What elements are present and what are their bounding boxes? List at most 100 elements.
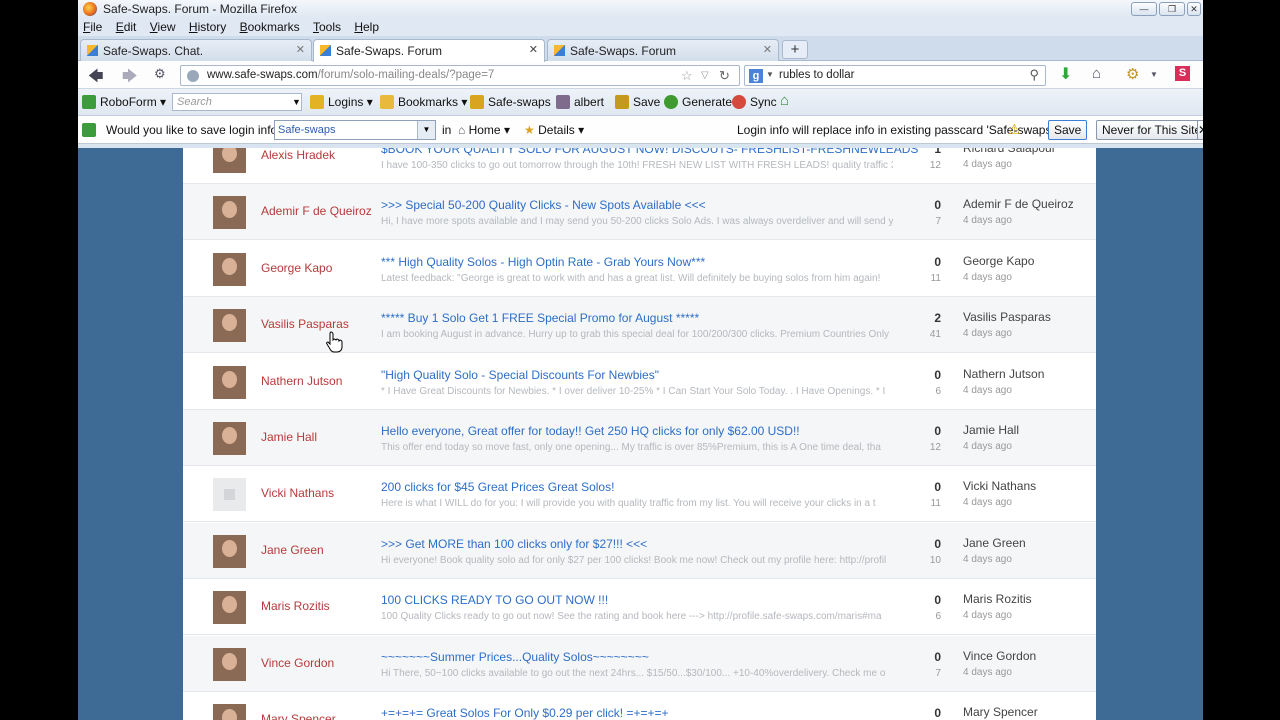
bookmarks-button[interactable]: Bookmarks ▾ bbox=[380, 95, 467, 109]
close-tab-icon[interactable]: ✕ bbox=[763, 43, 772, 56]
passcard-name-select[interactable]: Safe-swaps ▼ bbox=[274, 120, 436, 140]
thread-title-link[interactable]: ~~~~~~~Summer Prices...Quality Solos~~~~… bbox=[381, 650, 649, 664]
avatar[interactable] bbox=[213, 148, 246, 173]
menu-history[interactable]: History bbox=[189, 18, 226, 36]
bookmark-star-icon[interactable]: ☆ bbox=[681, 68, 693, 84]
last-poster-link[interactable]: Nathern Jutson bbox=[963, 367, 1073, 381]
roboform-home-icon[interactable]: ⌂ bbox=[780, 92, 789, 109]
thread-title-link[interactable]: $BOOK YOUR QUALITY SOLO FOR AUGUST NOW! … bbox=[381, 148, 918, 156]
last-poster-link[interactable]: George Kapo bbox=[963, 254, 1073, 268]
menu-file[interactable]: File bbox=[83, 18, 102, 36]
avatar[interactable] bbox=[213, 534, 246, 568]
last-poster-link[interactable]: Maris Rozitis bbox=[963, 592, 1073, 606]
tab-forum[interactable]: Safe-Swaps. Forum ✕ bbox=[547, 39, 779, 61]
last-poster-link[interactable]: Jane Green bbox=[963, 536, 1073, 550]
logins-button[interactable]: Logins ▾ bbox=[310, 95, 373, 109]
avatar[interactable] bbox=[213, 647, 246, 681]
thread-row[interactable]: Vince Gordon ~~~~~~~Summer Prices...Quali… bbox=[183, 635, 1096, 692]
home-icon[interactable]: ⌂ bbox=[1092, 65, 1101, 82]
thread-row[interactable]: Jane Green >>> Get MORE than 100 clicks o… bbox=[183, 522, 1096, 579]
identity-albert-button[interactable]: albert bbox=[556, 95, 604, 109]
menu-edit[interactable]: Edit bbox=[116, 18, 137, 36]
download-icon[interactable]: ⬇ bbox=[1059, 64, 1072, 84]
tab-forum-active[interactable]: Safe-Swaps. Forum ✕ bbox=[313, 39, 545, 62]
sync-button[interactable]: Sync bbox=[732, 95, 777, 109]
thread-row[interactable]: Vasilis Pasparas ***** Buy 1 Solo Get 1 F… bbox=[183, 297, 1096, 354]
avatar[interactable] bbox=[213, 365, 246, 399]
roboform-menu-button[interactable]: RoboForm ▾ bbox=[82, 95, 166, 109]
thread-author-link[interactable]: Ademir F de Queiroz bbox=[261, 204, 372, 218]
thread-author-link[interactable]: Jamie Hall bbox=[261, 430, 317, 444]
reload-icon[interactable]: ↻ bbox=[719, 68, 730, 84]
thread-title-link[interactable]: >>> Special 50-200 Quality Clicks - New … bbox=[381, 198, 706, 212]
generate-button[interactable]: Generate bbox=[664, 95, 732, 109]
thread-title-link[interactable]: 100 CLICKS READY TO GO OUT NOW !!! bbox=[381, 593, 608, 607]
menu-bookmarks[interactable]: Bookmarks bbox=[240, 18, 300, 36]
thread-row[interactable]: George Kapo *** High Quality Solos - High… bbox=[183, 241, 1096, 297]
roboform-identity-icon[interactable]: ⚙ bbox=[154, 66, 166, 82]
thread-row[interactable]: Ademir F de Queiroz >>> Special 50-200 Qu… bbox=[183, 184, 1096, 241]
google-icon[interactable]: g bbox=[749, 69, 763, 83]
thread-title-link[interactable]: Hello everyone, Great offer for today!! … bbox=[381, 424, 800, 438]
thread-author-link[interactable]: Maris Rozitis bbox=[261, 599, 330, 613]
avatar[interactable] bbox=[213, 309, 246, 343]
roboform-search-input[interactable]: Search bbox=[172, 93, 302, 111]
close-tab-icon[interactable]: ✕ bbox=[529, 43, 538, 56]
thread-row[interactable]: Alexis Hradek $BOOK YOUR QUALITY SOLO FOR… bbox=[183, 148, 1096, 184]
thread-author-link[interactable]: Alexis Hradek bbox=[261, 148, 335, 162]
thread-row[interactable]: Vicki Nathans 200 clicks for $45 Great Pr… bbox=[183, 466, 1096, 523]
thread-title-link[interactable]: >>> Get MORE than 100 clicks only for $2… bbox=[381, 537, 647, 551]
menu-tools[interactable]: Tools bbox=[313, 18, 341, 36]
thread-row[interactable]: Jamie Hall Hello everyone, Great offer fo… bbox=[183, 410, 1096, 466]
chevron-down-icon[interactable]: ▼ bbox=[1150, 70, 1158, 79]
never-for-this-site-button[interactable]: Never for This Site bbox=[1096, 120, 1203, 140]
roboform-save-button[interactable]: Save bbox=[615, 95, 660, 109]
thread-title-link[interactable]: +=+=+= Great Solos For Only $0.29 per cl… bbox=[381, 706, 669, 720]
last-poster-link[interactable]: Vicki Nathans bbox=[963, 479, 1073, 493]
thread-row[interactable]: Nathern Jutson "High Quality Solo - Speci… bbox=[183, 354, 1096, 410]
maximize-button[interactable]: ❐ bbox=[1159, 2, 1185, 16]
thread-title-link[interactable]: *** High Quality Solos - High Optin Rate… bbox=[381, 255, 705, 269]
close-notification-button[interactable]: ✕ bbox=[1197, 120, 1203, 140]
last-poster-link[interactable]: Ademir F de Queiroz bbox=[963, 197, 1073, 211]
chevron-down-icon[interactable]: ▼ bbox=[766, 70, 774, 79]
thread-author-link[interactable]: Vasilis Pasparas bbox=[261, 317, 349, 331]
avatar[interactable] bbox=[213, 591, 246, 625]
thread-title-link[interactable]: "High Quality Solo - Special Discounts F… bbox=[381, 368, 659, 382]
forward-button[interactable]: 🡆 bbox=[122, 66, 138, 91]
last-poster-link[interactable]: Jamie Hall bbox=[963, 423, 1073, 437]
thread-author-link[interactable]: Jane Green bbox=[261, 543, 324, 557]
search-bar[interactable]: g ▼ rubles to dollar ⚲ bbox=[744, 65, 1046, 86]
last-poster-link[interactable]: Mary Spencer bbox=[963, 705, 1073, 719]
addon-gear-icon[interactable]: ⚙ bbox=[1126, 65, 1139, 83]
close-tab-icon[interactable]: ✕ bbox=[296, 43, 305, 56]
thread-author-link[interactable]: Vince Gordon bbox=[261, 656, 334, 670]
save-login-button[interactable]: Save bbox=[1048, 120, 1088, 140]
search-input[interactable]: rubles to dollar bbox=[779, 69, 854, 81]
thread-row[interactable]: Mary Spencer +=+=+= Great Solos For Only … bbox=[183, 692, 1096, 720]
menu-help[interactable]: Help bbox=[354, 18, 379, 36]
chevron-down-icon[interactable]: ▼ bbox=[292, 97, 301, 107]
chevron-down-icon[interactable]: ▼ bbox=[417, 121, 435, 139]
back-button[interactable]: 🡄 bbox=[88, 66, 104, 91]
last-poster-link[interactable]: Richard Salapour bbox=[963, 148, 1073, 155]
search-icon[interactable]: ⚲ bbox=[1029, 67, 1039, 83]
home-folder-button[interactable]: ⌂ Home ▾ bbox=[458, 123, 510, 137]
avatar[interactable] bbox=[213, 196, 246, 230]
tab-chat[interactable]: Safe-Swaps. Chat. ✕ bbox=[80, 39, 312, 61]
url-bar[interactable]: www.safe-swaps.com/forum/solo-mailing-de… bbox=[180, 65, 740, 86]
menu-view[interactable]: View bbox=[150, 18, 176, 36]
safe-swaps-login-button[interactable]: Safe-swaps bbox=[470, 95, 551, 109]
thread-author-link[interactable]: Nathern Jutson bbox=[261, 374, 342, 388]
thread-author-link[interactable]: George Kapo bbox=[261, 261, 332, 275]
thread-title-link[interactable]: 200 clicks for $45 Great Prices Great So… bbox=[381, 480, 614, 494]
avatar[interactable] bbox=[213, 422, 246, 455]
avatar[interactable] bbox=[213, 252, 246, 286]
avatar[interactable] bbox=[213, 704, 246, 720]
thread-author-link[interactable]: Vicki Nathans bbox=[261, 486, 334, 500]
thread-title-link[interactable]: ***** Buy 1 Solo Get 1 FREE Special Prom… bbox=[381, 311, 699, 325]
close-button[interactable]: ✕ bbox=[1187, 2, 1201, 16]
url-text[interactable]: www.safe-swaps.com/forum/solo-mailing-de… bbox=[207, 69, 494, 81]
minimize-button[interactable]: — bbox=[1131, 2, 1157, 16]
details-button[interactable]: ★ Details ▾ bbox=[524, 123, 584, 137]
